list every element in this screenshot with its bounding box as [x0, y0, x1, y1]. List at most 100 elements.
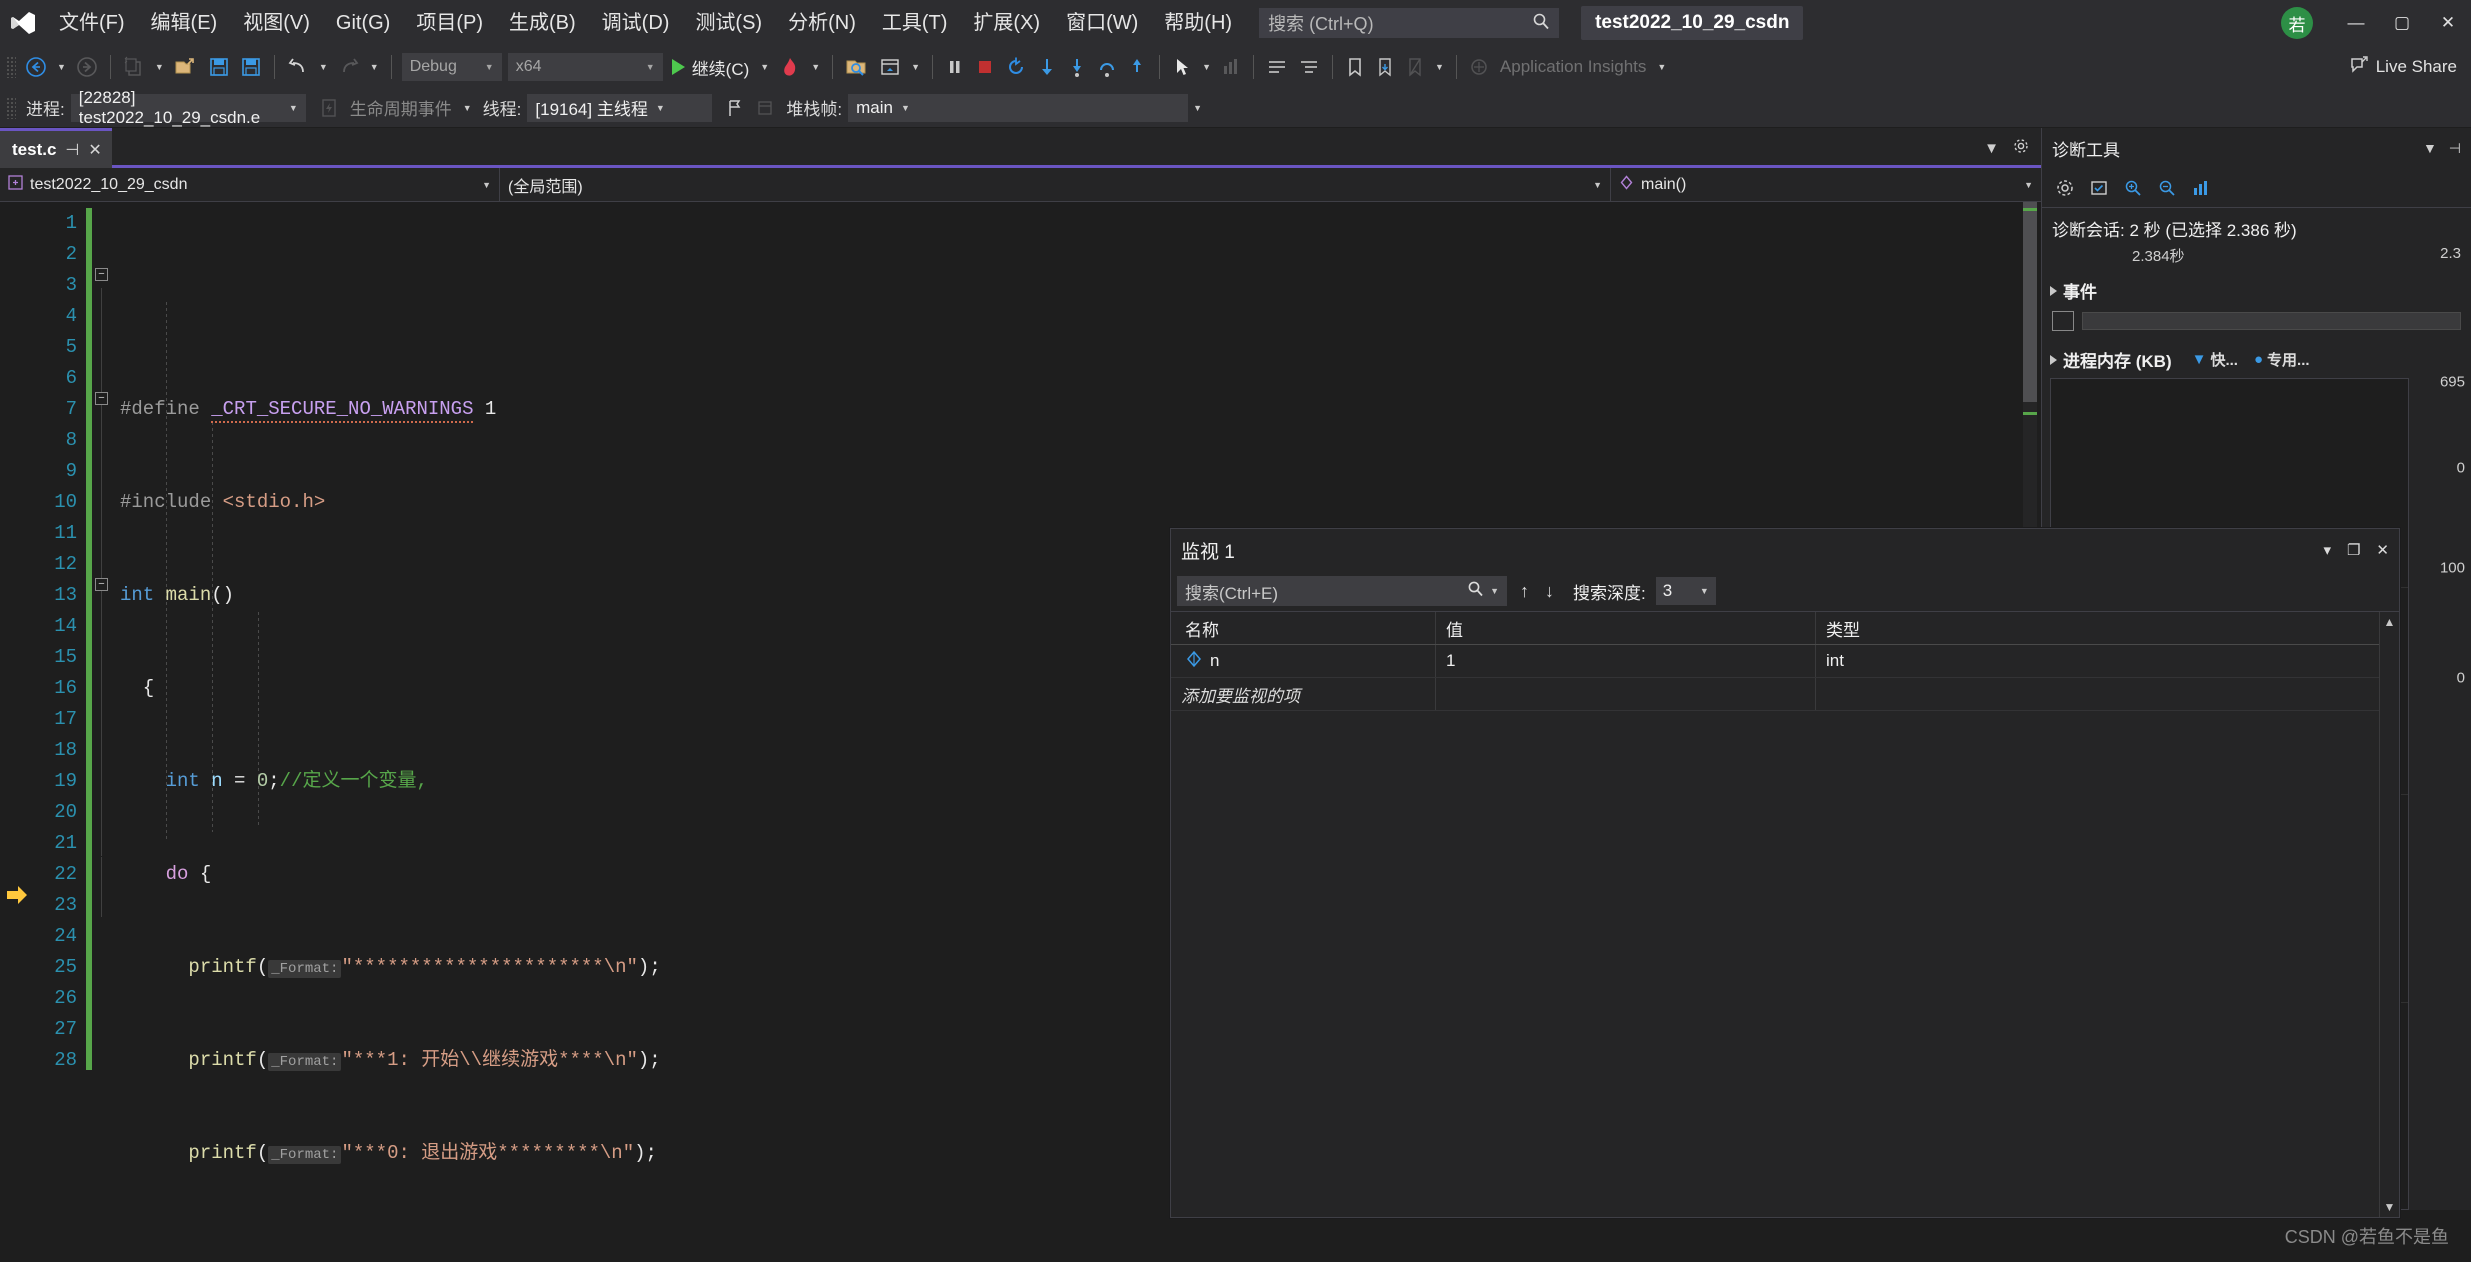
watch-window[interactable]: 监视 1 ▾ ❐ ✕ 搜索(Ctrl+E) ▼ ↑ ↓ 搜索深度: 3 ▼ 名称… [1170, 528, 2400, 1218]
menu-item-window[interactable]: 窗口(W) [1053, 0, 1151, 46]
search-next-icon[interactable]: ↓ [1542, 581, 1557, 602]
navigate-back-dropdown-icon[interactable]: ▼ [52, 62, 71, 72]
events-section-header[interactable]: 事件 [2042, 270, 2471, 309]
step-over-icon[interactable] [1092, 50, 1122, 84]
navbar-member-combo[interactable]: main() ▼ [1611, 168, 2041, 201]
menu-item-test[interactable]: 测试(S) [682, 0, 775, 46]
thread-combo[interactable]: [19164] 主线程 ▼ [527, 93, 713, 122]
breakpoint-gutter[interactable] [0, 202, 32, 1210]
legend-private[interactable]: ● 专用... [2254, 349, 2310, 370]
editor-settings-icon[interactable] [2013, 138, 2029, 158]
menu-item-git[interactable]: Git(G) [323, 0, 403, 46]
watch-search-dropdown-icon[interactable]: ▼ [1484, 586, 1499, 596]
memory-section-header[interactable]: 进程内存 (KB) ▼ 快... ● 专用... [2042, 339, 2471, 378]
comment-lines-icon[interactable] [1261, 50, 1293, 84]
menu-item-view[interactable]: 视图(V) [230, 0, 323, 46]
watch-close-icon[interactable]: ✕ [2376, 541, 2389, 559]
pointer-dropdown-icon[interactable]: ▼ [1197, 62, 1216, 72]
continue-dropdown-icon[interactable]: ▼ [755, 62, 774, 72]
diag-pin-icon[interactable]: ⊣ [2449, 140, 2461, 157]
minimize-button[interactable]: — [2333, 0, 2379, 46]
scroll-up-icon[interactable]: ▲ [2384, 612, 2396, 632]
app-insights-label[interactable]: Application Insights [1494, 50, 1652, 84]
menu-item-tools[interactable]: 工具(T) [869, 0, 961, 46]
zoom-in-icon[interactable] [2118, 174, 2148, 202]
menu-item-analyze[interactable]: 分析(N) [775, 0, 869, 46]
diag-dropdown-icon[interactable]: ▼ [2423, 140, 2437, 156]
bookmark-dropdown-icon[interactable]: ▼ [1430, 62, 1449, 72]
reset-view-icon[interactable] [2186, 174, 2216, 202]
new-project-icon[interactable] [118, 50, 150, 84]
show-next-statement-icon[interactable] [1032, 50, 1062, 84]
live-share-button[interactable]: Live Share [2349, 55, 2471, 80]
menu-item-project[interactable]: 项目(P) [403, 0, 496, 46]
next-bookmark-icon[interactable] [1370, 50, 1400, 84]
new-project-dropdown-icon[interactable]: ▼ [150, 62, 169, 72]
menu-item-file[interactable]: 文件(F) [46, 0, 138, 46]
window-layout-icon[interactable] [874, 50, 906, 84]
window-layout-dropdown-icon[interactable]: ▼ [906, 62, 925, 72]
zoom-out-icon[interactable] [2152, 174, 2182, 202]
navigate-forward-icon[interactable] [71, 50, 103, 84]
hot-reload-dropdown-icon[interactable]: ▼ [806, 62, 825, 72]
avatar[interactable]: 若 [2281, 7, 2313, 39]
navbar-project-combo[interactable]: test2022_10_29_csdn ▼ [0, 168, 500, 201]
pin-icon[interactable]: ⊣ [65, 140, 79, 160]
search-depth-combo[interactable]: 3 ▼ [1655, 577, 1716, 605]
process-combo[interactable]: [22828] test2022_10_29_csdn.e ▼ [70, 88, 306, 127]
uncomment-lines-icon[interactable] [1293, 50, 1325, 84]
stop-debugging-icon[interactable] [970, 50, 1000, 84]
select-tools-icon[interactable] [2084, 174, 2114, 202]
watch-restore-icon[interactable]: ❐ [2347, 541, 2360, 559]
debugbar-overflow-icon[interactable]: ▼ [1188, 103, 1207, 113]
fold-toggle-switch[interactable]: − [95, 578, 108, 591]
watch-search-input[interactable]: 搜索(Ctrl+E) ▼ [1177, 576, 1507, 606]
maximize-button[interactable]: ▢ [2379, 0, 2425, 46]
save-icon[interactable] [203, 50, 235, 84]
watch-vertical-scrollbar[interactable]: ▲ ▼ [2379, 612, 2399, 1217]
fold-toggle-main[interactable]: − [95, 268, 108, 281]
solution-platform-combo[interactable]: x64 ▼ [507, 53, 663, 81]
navigate-back-icon[interactable] [20, 50, 52, 84]
search-previous-icon[interactable]: ↑ [1517, 581, 1532, 602]
watch-row-value[interactable]: 1 [1446, 651, 1455, 671]
pointer-select-icon[interactable] [1167, 50, 1197, 84]
menu-item-build[interactable]: 生成(B) [496, 0, 589, 46]
tab-overflow-icon[interactable]: ▼ [1984, 140, 1999, 157]
app-insights-dropdown-icon[interactable]: ▼ [1652, 62, 1671, 72]
bookmark-icon[interactable] [1340, 50, 1370, 84]
search-folder-icon[interactable] [840, 50, 874, 84]
restart-icon[interactable] [1000, 50, 1032, 84]
fold-toggle-do[interactable]: − [95, 392, 108, 405]
watch-row[interactable]: n 1 int [1171, 645, 2379, 678]
menu-item-extensions[interactable]: 扩展(X) [960, 0, 1053, 46]
solution-configuration-combo[interactable]: Debug ▼ [401, 53, 502, 81]
toolbar-grip[interactable] [6, 56, 16, 78]
legend-snapshot[interactable]: ▼ 快... [2192, 349, 2238, 370]
search-input[interactable]: 搜索 (Ctrl+Q) [1259, 8, 1560, 38]
continue-button[interactable]: 继续(C) [666, 50, 756, 84]
undo-dropdown-icon[interactable]: ▼ [314, 62, 333, 72]
step-into-icon[interactable] [1062, 50, 1092, 84]
open-file-icon[interactable] [169, 50, 203, 84]
menu-item-edit[interactable]: 编辑(E) [138, 0, 231, 46]
menu-item-help[interactable]: 帮助(H) [1151, 0, 1245, 46]
navbar-scope-combo[interactable]: (全局范围) ▼ [500, 168, 1611, 201]
menu-item-debug[interactable]: 调试(D) [589, 0, 683, 46]
redo-icon[interactable] [333, 50, 365, 84]
settings-gear-icon[interactable] [2050, 174, 2080, 202]
undo-icon[interactable] [282, 50, 314, 84]
close-icon[interactable]: ✕ [88, 140, 101, 160]
app-insights-icon[interactable] [1464, 50, 1494, 84]
watch-dropdown-icon[interactable]: ▾ [2323, 541, 2331, 559]
scroll-down-icon[interactable]: ▼ [2384, 1197, 2396, 1217]
step-out-icon[interactable] [1122, 50, 1152, 84]
redo-dropdown-icon[interactable]: ▼ [365, 62, 384, 72]
stack-frame-combo[interactable]: main ▼ [848, 93, 1189, 122]
break-all-icon[interactable] [940, 50, 970, 84]
lifecycle-events-icon[interactable] [314, 91, 344, 125]
close-button[interactable]: ✕ [2425, 0, 2471, 46]
debug-toolbar-grip[interactable] [6, 96, 16, 119]
flag-threads-icon[interactable] [720, 91, 750, 125]
show-threads-icon[interactable] [750, 91, 780, 125]
